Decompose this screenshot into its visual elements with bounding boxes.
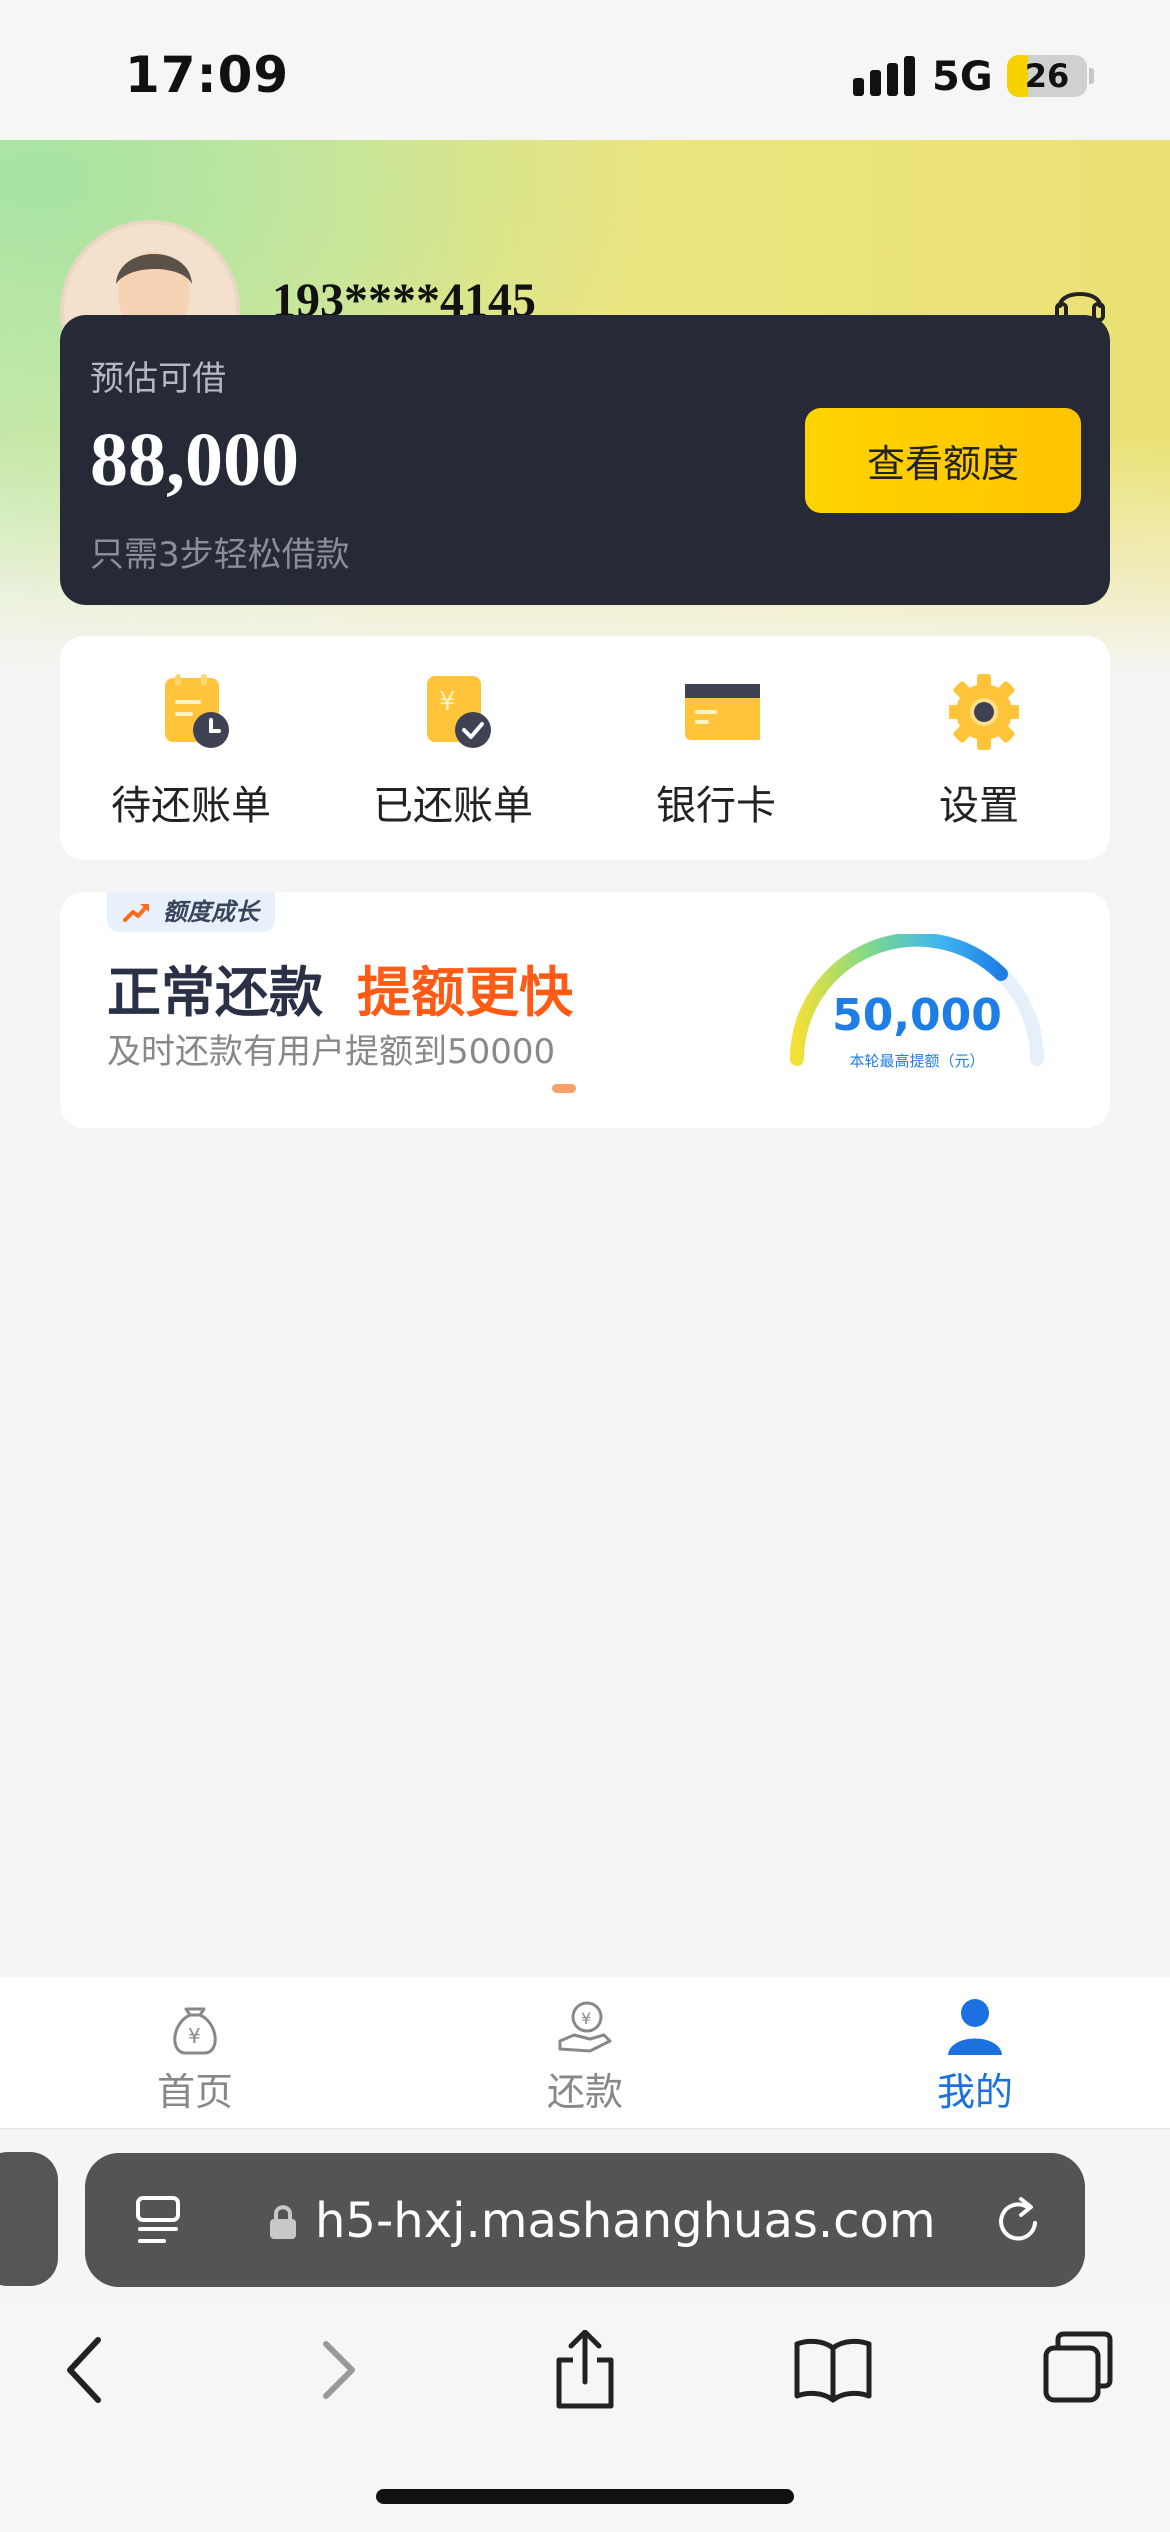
loan-label: 预估可借 bbox=[90, 359, 226, 399]
promo-banner[interactable]: 额度成长 正常还款 提额更快 及时还款有用户提额到50000 50,000 本轮… bbox=[60, 892, 1110, 1128]
promo-tag-label: 额度成长 bbox=[163, 898, 259, 926]
bank-card-icon bbox=[685, 684, 760, 740]
tab-label: 首页 bbox=[156, 2070, 233, 2114]
paid-bill-icon: ¥ bbox=[427, 676, 491, 748]
network-label: 5G bbox=[932, 54, 993, 100]
growth-icon bbox=[123, 904, 149, 922]
person-icon bbox=[948, 1999, 1002, 2055]
promo-description: 及时还款有用户提额到50000 bbox=[107, 1032, 556, 1072]
tab-home[interactable]: ¥ 首页 bbox=[0, 1977, 390, 2129]
previous-tab-preview[interactable] bbox=[0, 2152, 58, 2286]
battery-nub bbox=[1089, 68, 1094, 84]
lock-icon bbox=[270, 2205, 296, 2239]
repay-icon: ¥ bbox=[558, 2001, 612, 2053]
menu-item-label: 待还账单 bbox=[111, 783, 271, 829]
view-quota-button[interactable]: 查看额度 bbox=[805, 408, 1081, 513]
svg-text:¥: ¥ bbox=[188, 2024, 201, 2048]
loan-card: 预估可借 88,000 只需3步轻松借款 查看额度 bbox=[60, 315, 1110, 605]
svg-text:¥: ¥ bbox=[581, 2009, 591, 2028]
quick-menu: 待还账单 ¥ 已还账单 银行卡 设置 bbox=[60, 636, 1110, 860]
gauge-caption: 本轮最高提额（元） bbox=[849, 1052, 985, 1070]
menu-item-paid-bills[interactable]: ¥ 已还账单 bbox=[322, 636, 584, 860]
loan-subtitle: 只需3步轻松借款 bbox=[90, 535, 350, 575]
tabs-icon[interactable] bbox=[1040, 2330, 1120, 2410]
battery-level: 26 bbox=[1024, 57, 1070, 95]
status-time: 17:09 bbox=[125, 46, 290, 104]
battery-icon: 26 bbox=[1007, 55, 1087, 97]
promo-title: 正常还款 bbox=[107, 961, 323, 1024]
signal-icon bbox=[853, 56, 915, 96]
tab-label: 还款 bbox=[546, 2070, 623, 2114]
menu-item-label: 已还账单 bbox=[373, 783, 533, 829]
promo-tag: 额度成长 bbox=[107, 892, 275, 932]
status-bar: 17:09 5G 26 bbox=[0, 0, 1170, 140]
address-bar[interactable]: h5-hxj.mashanghuas.com bbox=[85, 2153, 1085, 2287]
gear-icon bbox=[949, 674, 1019, 750]
tab-repay[interactable]: ¥ 还款 bbox=[390, 1977, 780, 2129]
back-icon[interactable] bbox=[46, 2330, 126, 2410]
menu-item-settings[interactable]: 设置 bbox=[848, 636, 1110, 860]
pager-dot bbox=[552, 1084, 576, 1093]
tab-label: 我的 bbox=[936, 2070, 1013, 2114]
bookmarks-icon[interactable] bbox=[793, 2330, 873, 2410]
share-icon[interactable] bbox=[545, 2330, 625, 2410]
menu-item-pending-bills[interactable]: 待还账单 bbox=[60, 636, 322, 860]
money-bag-icon: ¥ bbox=[173, 2007, 217, 2055]
home-indicator bbox=[376, 2489, 794, 2504]
promo-title-highlight: 提额更快 bbox=[357, 961, 573, 1024]
gauge-value: 50,000 bbox=[832, 990, 1002, 1041]
forward-icon[interactable] bbox=[296, 2330, 376, 2410]
svg-text:¥: ¥ bbox=[439, 687, 456, 717]
menu-item-label: 银行卡 bbox=[656, 783, 776, 829]
tab-bar: ¥ 首页 ¥ 还款 我的 bbox=[0, 1977, 1170, 2129]
tab-mine[interactable]: 我的 bbox=[780, 1977, 1170, 2129]
reload-icon[interactable] bbox=[991, 2193, 1047, 2249]
url-text: h5-hxj.mashanghuas.com bbox=[315, 2193, 936, 2249]
loan-amount: 88,000 bbox=[90, 418, 299, 502]
page-menu-icon[interactable] bbox=[135, 2195, 181, 2247]
menu-item-bank-card[interactable]: 银行卡 bbox=[585, 636, 847, 860]
menu-item-label: 设置 bbox=[939, 783, 1019, 829]
pending-bill-icon bbox=[165, 674, 229, 748]
